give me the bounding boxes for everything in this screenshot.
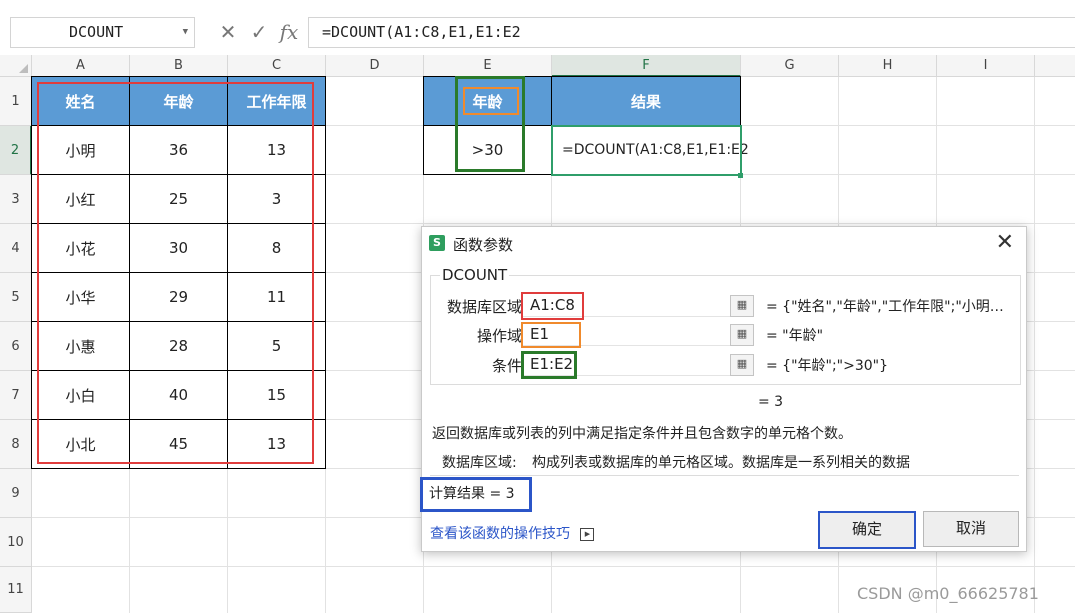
- function-arguments-dialog: S 函数参数 ✕ DCOUNT 数据库区域 A1:C8 ▦ = {"姓名","年…: [420, 226, 1027, 552]
- range-select-icon[interactable]: ▦: [730, 354, 754, 376]
- watermark: CSDN @m0_66625781: [857, 584, 1039, 603]
- cell-a8[interactable]: 小北: [32, 420, 130, 469]
- cell-b5[interactable]: 29: [130, 273, 228, 322]
- cell-b8[interactable]: 45: [130, 420, 228, 469]
- param-help-text: 构成列表或数据库的单元格区域。数据库是一系列相关的数据: [532, 455, 910, 471]
- wps-sheet-logo-icon: S: [429, 235, 445, 251]
- confirm-icon[interactable]: ✓: [247, 17, 271, 48]
- row-header-3[interactable]: 3: [0, 175, 32, 224]
- param-result-criteria: = {"年龄";">30"}: [766, 358, 889, 374]
- cell-f1[interactable]: 结果: [552, 77, 741, 126]
- cell-b7[interactable]: 40: [130, 371, 228, 420]
- cell-e2[interactable]: >30: [424, 126, 552, 175]
- play-video-icon: ▶: [580, 527, 595, 541]
- cell-c8[interactable]: 13: [228, 420, 326, 469]
- cell-c5[interactable]: 11: [228, 273, 326, 322]
- dialog-title: 函数参数: [453, 236, 514, 254]
- range-select-icon[interactable]: ▦: [730, 324, 754, 346]
- row-header-4[interactable]: 4: [0, 224, 32, 273]
- column-header-f[interactable]: F: [552, 55, 741, 77]
- row-header-8[interactable]: 8: [0, 420, 32, 469]
- cell-b4[interactable]: 30: [130, 224, 228, 273]
- row-header-1[interactable]: 1: [0, 77, 32, 126]
- close-icon[interactable]: ✕: [996, 230, 1014, 255]
- cell-f2[interactable]: =DCOUNT(A1:C8,E1,E1:E2: [552, 126, 749, 175]
- gridline: [1034, 77, 1035, 613]
- cell-a2[interactable]: 小明: [32, 126, 130, 175]
- cell-a1[interactable]: 姓名: [32, 77, 130, 126]
- cell-a7[interactable]: 小白: [32, 371, 130, 420]
- calc-result: 计算结果 = 3: [420, 477, 532, 512]
- name-box[interactable]: DCOUNT ▼: [10, 17, 195, 48]
- column-header-i[interactable]: I: [937, 55, 1035, 77]
- param-label-database: 数据库区域: [446, 298, 522, 316]
- row-header-5[interactable]: 5: [0, 273, 32, 322]
- name-box-value: DCOUNT: [69, 23, 124, 41]
- select-all-corner[interactable]: [0, 55, 32, 77]
- column-header-a[interactable]: A: [32, 55, 130, 77]
- row-header-9[interactable]: 9: [0, 469, 32, 518]
- cell-a3[interactable]: 小红: [32, 175, 130, 224]
- row-header-7[interactable]: 7: [0, 371, 32, 420]
- ok-button[interactable]: 确定: [818, 511, 916, 549]
- formula-input[interactable]: =DCOUNT(A1:C8,E1,E1:E2: [308, 17, 1075, 48]
- param-label-criteria: 条件: [491, 357, 522, 375]
- cell-c6[interactable]: 5: [228, 322, 326, 371]
- cancel-button[interactable]: 取消: [923, 511, 1019, 547]
- cell-c4[interactable]: 8: [228, 224, 326, 273]
- data-table: 姓名 年龄 工作年限 小明 36 13 小红 25 3 小花 30 8 小华 2…: [31, 76, 326, 469]
- column-header-g[interactable]: G: [741, 55, 839, 77]
- fill-handle[interactable]: [738, 173, 743, 178]
- param-input-criteria[interactable]: E1:E2: [522, 353, 737, 376]
- column-header-d[interactable]: D: [326, 55, 424, 77]
- criteria-header: 年龄: [472, 92, 503, 111]
- column-header-c[interactable]: C: [228, 55, 326, 77]
- param-label-field: 操作域: [476, 327, 522, 345]
- cell-b6[interactable]: 28: [130, 322, 228, 371]
- function-name: DCOUNT: [440, 266, 510, 284]
- param-input-field[interactable]: E1: [522, 323, 737, 346]
- function-description: 返回数据库或列表的列中满足指定条件并且包含数字的单元格个数。: [432, 426, 852, 442]
- cell-c3[interactable]: 3: [228, 175, 326, 224]
- row-header-11[interactable]: 11: [0, 567, 32, 613]
- row-header-2[interactable]: 2: [0, 126, 32, 175]
- cell-b1[interactable]: 年龄: [130, 77, 228, 126]
- param-result-database: = {"姓名","年龄","工作年限";"小明…: [766, 299, 1004, 315]
- criteria-table: 年龄 结果 >30 =DCOUNT(A1:C8,E1,E1:E2: [423, 76, 749, 175]
- chevron-down-icon[interactable]: ▼: [183, 18, 188, 47]
- cell-a4[interactable]: 小花: [32, 224, 130, 273]
- cell-b3[interactable]: 25: [130, 175, 228, 224]
- cell-c2[interactable]: 13: [228, 126, 326, 175]
- param-help-label: 数据库区域:: [442, 455, 517, 471]
- fx-icon[interactable]: fx: [276, 17, 302, 48]
- cancel-icon[interactable]: ✕: [216, 17, 240, 48]
- gridline: [32, 566, 1075, 567]
- column-header-e[interactable]: E: [424, 55, 552, 77]
- row-header-6[interactable]: 6: [0, 322, 32, 371]
- cell-a6[interactable]: 小惠: [32, 322, 130, 371]
- equals-result: = 3: [758, 394, 784, 410]
- cell-e1[interactable]: 年龄: [424, 77, 552, 126]
- cell-c1[interactable]: 工作年限: [228, 77, 326, 126]
- param-input-database[interactable]: A1:C8: [522, 294, 737, 317]
- range-select-icon[interactable]: ▦: [730, 295, 754, 317]
- divider: [430, 475, 1019, 476]
- column-header-blank: [1035, 55, 1075, 77]
- function-tips-link[interactable]: 查看该函数的操作技巧 ▶: [430, 523, 595, 543]
- cell-a5[interactable]: 小华: [32, 273, 130, 322]
- row-header-10[interactable]: 10: [0, 518, 32, 567]
- column-header-b[interactable]: B: [130, 55, 228, 77]
- param-result-field: = "年龄": [766, 328, 824, 344]
- function-tips-label: 查看该函数的操作技巧: [430, 526, 570, 542]
- cell-b2[interactable]: 36: [130, 126, 228, 175]
- cell-c7[interactable]: 15: [228, 371, 326, 420]
- column-header-h[interactable]: H: [839, 55, 937, 77]
